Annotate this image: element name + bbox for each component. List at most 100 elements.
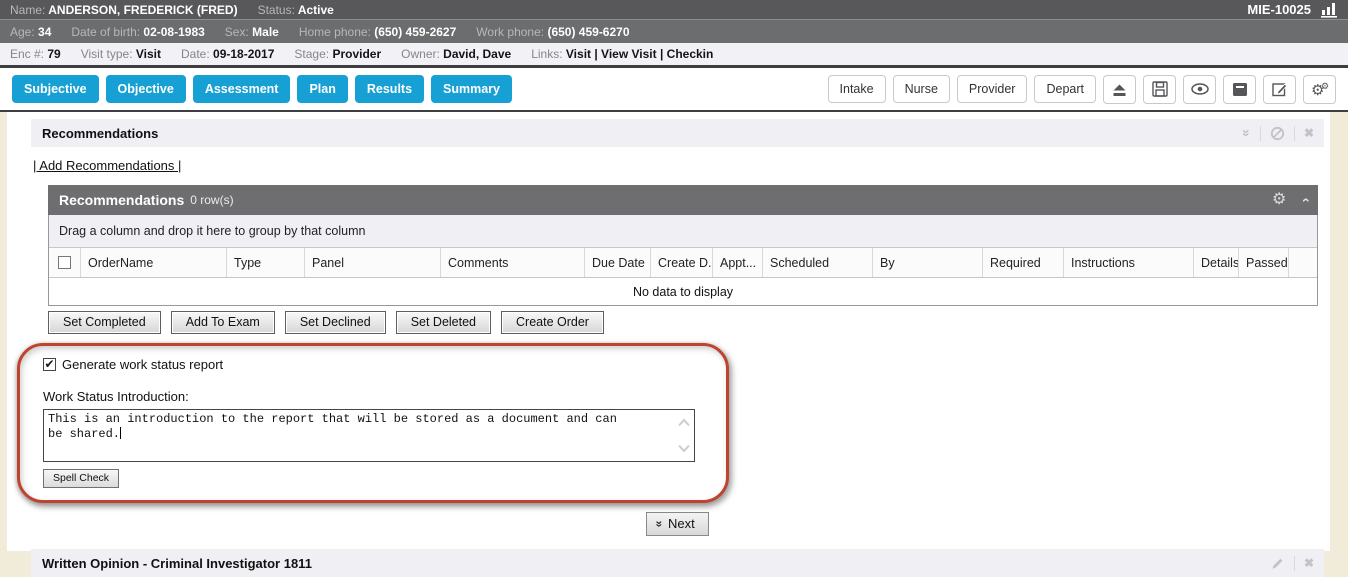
close-section-icon[interactable]: ✖ [1304, 556, 1314, 570]
field-value: (650) 459-6270 [544, 25, 629, 39]
eye-button[interactable] [1183, 75, 1216, 104]
tab-objective[interactable]: Objective [106, 75, 186, 103]
eject-button[interactable] [1103, 75, 1136, 104]
field-label: Date: [181, 47, 210, 61]
work-status-introduction-textarea[interactable]: This is an introduction to the report th… [43, 409, 695, 462]
bar-chart-icon[interactable] [1320, 1, 1338, 18]
grid-column-header-row: OrderNameTypePanelCommentsDue DateCreate… [49, 248, 1317, 278]
header-field: Links: Visit | View Visit | Checkin [531, 47, 713, 61]
settings-button[interactable]: ⚙⚙ [1303, 75, 1336, 104]
patient-title-bar: Name: ANDERSON, FREDERICK (FRED)Status: … [0, 0, 1348, 19]
column-header-comments[interactable]: Comments [441, 248, 585, 277]
column-header-passed[interactable]: Passed [1239, 248, 1289, 277]
stage-button-intake[interactable]: Intake [828, 75, 886, 103]
generate-work-status-label: Generate work status report [62, 357, 223, 372]
select-all-checkbox[interactable] [58, 256, 71, 269]
spell-check-button[interactable]: Spell Check [43, 469, 119, 488]
create-order-button[interactable]: Create Order [501, 311, 604, 334]
header-field: Age: 34 [10, 25, 51, 39]
edit-button[interactable] [1263, 75, 1296, 104]
field-value: 02-08-1983 [140, 25, 205, 39]
field-label: Sex: [225, 25, 249, 39]
checkmark-icon: ✔ [44, 359, 54, 369]
archive-icon [1231, 81, 1249, 98]
generate-work-status-checkbox[interactable]: ✔ [43, 358, 56, 371]
field-label: Visit type: [81, 47, 133, 61]
field-label: Name: [10, 3, 45, 17]
grid-group-drop-zone[interactable]: Drag a column and drop it here to group … [49, 215, 1317, 248]
svg-text:⚙: ⚙ [1321, 81, 1329, 91]
column-header-scheduled[interactable]: Scheduled [763, 248, 873, 277]
tab-assessment[interactable]: Assessment [193, 75, 291, 103]
set-completed-button[interactable]: Set Completed [48, 311, 161, 334]
column-header-type[interactable]: Type [227, 248, 305, 277]
scroll-down-icon[interactable] [677, 444, 691, 453]
work-status-introduction-label: Work Status Introduction: [43, 389, 726, 404]
divider [1294, 126, 1295, 141]
grid-title: Recommendations [59, 192, 184, 208]
next-button-label: Next [668, 516, 695, 531]
header-field: Home phone: (650) 459-2627 [299, 25, 456, 39]
field-value: 09-18-2017 [210, 47, 275, 61]
grid-collapse-chevron-icon[interactable]: › [1297, 198, 1313, 203]
field-label: Owner: [401, 47, 440, 61]
column-header-due-date[interactable]: Due Date [585, 248, 651, 277]
recommendations-section-title: Recommendations [42, 126, 158, 141]
scroll-up-icon[interactable] [677, 418, 691, 427]
double-chevron-down-icon: » [654, 520, 666, 527]
header-field: Owner: David, Dave [401, 47, 511, 61]
column-header-details[interactable]: Details [1194, 248, 1239, 277]
demographics-bar: Age: 34 Date of birth: 02-08-1983 Sex: Mal… [0, 19, 1348, 43]
column-header-instructions[interactable]: Instructions [1064, 248, 1194, 277]
grid-action-buttons: Set Completed Add To Exam Set Declined Set … [48, 311, 1324, 334]
tab-plan[interactable]: Plan [297, 75, 347, 103]
chart-id: MIE-10025 [1247, 2, 1311, 17]
next-button[interactable]: » Next [646, 512, 708, 536]
set-declined-button[interactable]: Set Declined [285, 311, 386, 334]
stage-button-depart[interactable]: Depart [1034, 75, 1096, 103]
header-field: Date of birth: 02-08-1983 [71, 25, 204, 39]
disable-section-icon[interactable] [1270, 126, 1285, 141]
tab-results[interactable]: Results [355, 75, 424, 103]
column-header-required[interactable]: Required [983, 248, 1064, 277]
save-button[interactable] [1143, 75, 1176, 104]
chart-toolbar: SubjectiveObjectiveAssessmentPlan Results… [0, 68, 1348, 112]
divider [1294, 556, 1295, 571]
column-header-ordername[interactable]: OrderName [81, 248, 227, 277]
column-header-by[interactable]: By [873, 248, 983, 277]
set-deleted-button[interactable]: Set Deleted [396, 311, 491, 334]
grid-empty-message: No data to display [49, 278, 1317, 305]
field-label: Date of birth: [71, 25, 140, 39]
written-opinion-section-header: Written Opinion - Criminal Investigator … [31, 549, 1324, 577]
tab-summary[interactable]: Summary [431, 75, 512, 103]
edit-pencil-icon[interactable] [1270, 556, 1285, 571]
stage-button-provider[interactable]: Provider [957, 75, 1028, 103]
add-recommendations-link[interactable]: | Add Recommendations | [33, 158, 181, 173]
encounter-bar: Enc #: 79 Visit type: Visit Date: 09-18-20… [0, 43, 1348, 68]
select-all-cell [49, 248, 81, 277]
stage-button-nurse[interactable]: Nurse [893, 75, 950, 103]
column-header-panel[interactable]: Panel [305, 248, 441, 277]
column-header-filler [1289, 248, 1317, 277]
tab-subjective[interactable]: Subjective [12, 75, 99, 103]
collapse-section-icon[interactable]: » [1243, 126, 1251, 140]
work-status-highlight-ring: ✔ Generate work status report Work Statu… [17, 343, 729, 503]
column-header-appt[interactable]: Appt... [713, 248, 763, 277]
archive-button[interactable] [1223, 75, 1256, 104]
grid-settings-gear-icon[interactable]: ⚙ [1272, 192, 1286, 208]
close-section-icon[interactable]: ✖ [1304, 126, 1314, 140]
header-field: Visit type: Visit [81, 47, 161, 61]
edit-icon [1271, 80, 1289, 98]
header-field: Enc #: 79 [10, 47, 61, 61]
grid-row-count: 0 row(s) [190, 193, 233, 207]
field-value: 79 [44, 47, 61, 61]
add-to-exam-button[interactable]: Add To Exam [171, 311, 275, 334]
field-value: Active [295, 3, 334, 17]
header-field: Sex: Male [225, 25, 279, 39]
field-value: Male [249, 25, 279, 39]
field-value: Visit [133, 47, 161, 61]
column-header-create-d[interactable]: Create D... [651, 248, 713, 277]
field-value[interactable]: Visit | View Visit | Checkin [563, 47, 714, 61]
header-field: Name: ANDERSON, FREDERICK (FRED) [10, 3, 238, 17]
field-value: 34 [35, 25, 52, 39]
